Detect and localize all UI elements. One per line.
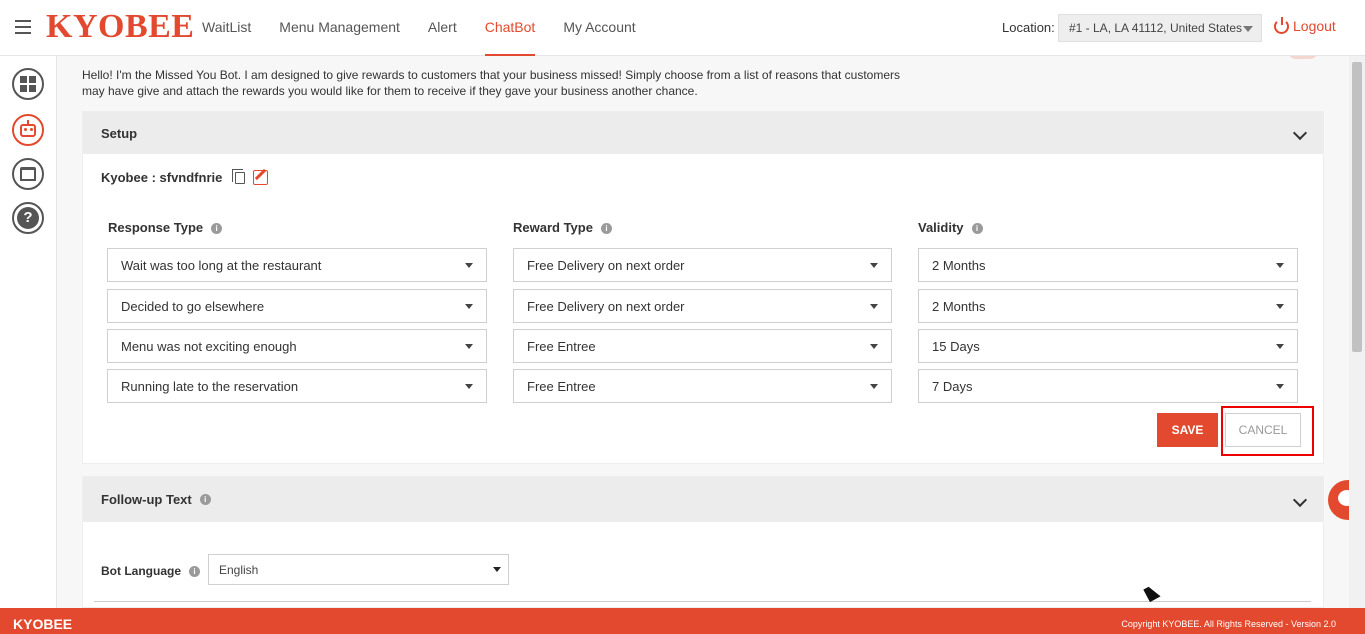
- reward-type-header: Reward Type i: [513, 220, 612, 235]
- info-icon[interactable]: i: [199, 494, 211, 505]
- setup-card: Setup: [82, 111, 1324, 464]
- kyobee-name: Kyobee : sfvndfnrie: [101, 170, 223, 185]
- logout-button[interactable]: Logout: [1274, 16, 1336, 34]
- footer-copyright: Copyright KYOBEE. All Rights Reserved - …: [1121, 619, 1336, 629]
- footer-logo: KYOBEE: [13, 616, 73, 632]
- location-value: #1 - LA, LA 41112, United States: [1069, 21, 1243, 35]
- nav-alert[interactable]: Alert: [414, 0, 471, 56]
- kyobee-logo[interactable]: KYOBEE: [46, 8, 194, 46]
- nav-waitlist[interactable]: WaitList: [188, 0, 265, 56]
- top-navbar: KYOBEE WaitList Menu Management Alert Ch…: [0, 0, 1365, 56]
- intro-text: Hello! I'm the Missed You Bot. I am desi…: [82, 68, 900, 98]
- nav-menu-management[interactable]: Menu Management: [265, 0, 414, 56]
- location-select[interactable]: #1 - LA, LA 41112, United States: [1058, 14, 1262, 42]
- reward-select-2[interactable]: Free Delivery on next order: [513, 289, 892, 323]
- chevron-down-icon: [1276, 263, 1284, 268]
- cancel-button[interactable]: CANCEL: [1225, 413, 1301, 447]
- response-type-header: Response Type i: [108, 220, 223, 235]
- scrollbar-thumb[interactable]: [1352, 62, 1362, 352]
- cake-icon[interactable]: [12, 158, 44, 190]
- logout-label: Logout: [1293, 18, 1336, 34]
- left-sidebar: ?: [0, 56, 57, 608]
- response-select-2[interactable]: Decided to go elsewhere: [107, 289, 487, 323]
- chevron-down-icon: [465, 304, 473, 309]
- chevron-down-icon: [465, 384, 473, 389]
- reward-select-3[interactable]: Free Entree: [513, 329, 892, 363]
- save-button[interactable]: SAVE: [1157, 413, 1218, 447]
- edit-icon[interactable]: [253, 170, 268, 185]
- nav-my-account[interactable]: My Account: [549, 0, 649, 56]
- chevron-down-icon[interactable]: [1292, 492, 1308, 507]
- location-label: Location:: [1002, 20, 1055, 35]
- chevron-down-icon: [465, 263, 473, 268]
- divider: [94, 601, 1311, 602]
- followup-title: Follow-up Text: [101, 492, 192, 507]
- bot-language-select[interactable]: English: [208, 554, 509, 585]
- chevron-down-icon: [493, 567, 501, 572]
- setup-title: Setup: [101, 125, 138, 141]
- chevron-down-icon: [870, 384, 878, 389]
- info-icon[interactable]: i: [971, 223, 983, 235]
- info-icon[interactable]: i: [189, 566, 200, 578]
- validity-select-1[interactable]: 2 Months: [918, 248, 1298, 282]
- info-icon[interactable]: i: [211, 223, 223, 235]
- chevron-down-icon: [1276, 384, 1284, 389]
- chevron-down-icon: [1276, 344, 1284, 349]
- info-icon[interactable]: i: [600, 223, 612, 235]
- reward-select-4[interactable]: Free Entree: [513, 369, 892, 403]
- chevron-down-icon: [870, 263, 878, 268]
- response-select-3[interactable]: Menu was not exciting enough: [107, 329, 487, 363]
- setup-header[interactable]: Setup: [83, 112, 1323, 154]
- validity-select-4[interactable]: 7 Days: [918, 369, 1298, 403]
- followup-card: Follow-up Text i: [82, 476, 1324, 608]
- help-icon[interactable]: ?: [12, 202, 44, 234]
- response-select-4[interactable]: Running late to the reservation: [107, 369, 487, 403]
- chevron-down-icon: [1276, 304, 1284, 309]
- reward-select-1[interactable]: Free Delivery on next order: [513, 248, 892, 282]
- validity-select-2[interactable]: 2 Months: [918, 289, 1298, 323]
- response-select-1[interactable]: Wait was too long at the restaurant: [107, 248, 487, 282]
- validity-header: Validity i: [918, 220, 983, 235]
- dashboard-icon[interactable]: [12, 68, 44, 100]
- chevron-down-icon: [870, 344, 878, 349]
- chevron-down-icon: [870, 304, 878, 309]
- bot-language-label: Bot Language i: [101, 564, 200, 578]
- main-nav: WaitList Menu Management Alert ChatBot M…: [188, 0, 650, 56]
- chevron-down-icon: [1243, 26, 1253, 32]
- hamburger-menu-icon[interactable]: [15, 20, 31, 34]
- power-icon: [1274, 16, 1289, 34]
- copy-icon[interactable]: [232, 169, 245, 184]
- nav-chatbot[interactable]: ChatBot: [471, 0, 550, 56]
- footer: KYOBEE Copyright KYOBEE. All Rights Rese…: [0, 608, 1365, 634]
- chevron-down-icon[interactable]: [1292, 125, 1308, 141]
- chatbot-icon[interactable]: [12, 114, 44, 146]
- validity-select-3[interactable]: 15 Days: [918, 329, 1298, 363]
- scrollbar[interactable]: [1349, 56, 1365, 608]
- chevron-down-icon: [465, 344, 473, 349]
- followup-header[interactable]: Follow-up Text i: [83, 477, 1323, 522]
